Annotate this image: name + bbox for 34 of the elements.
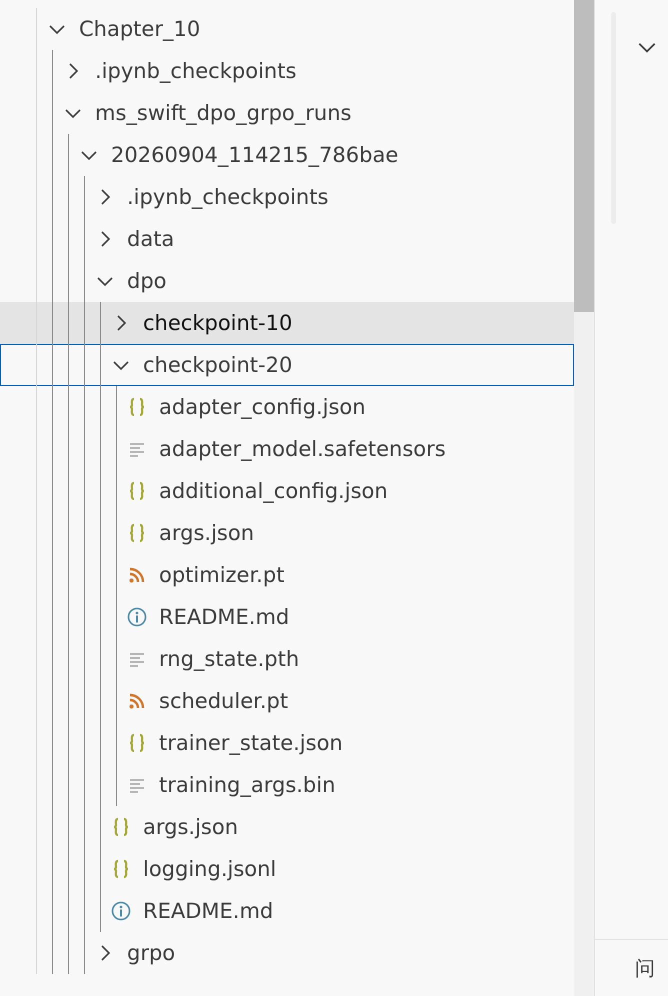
folder-row[interactable]: checkpoint-10 xyxy=(0,302,574,344)
folder-row[interactable]: ms_swift_dpo_grpo_runs xyxy=(0,92,574,134)
file-row[interactable]: args.json xyxy=(0,806,574,848)
scrollbar[interactable] xyxy=(574,0,594,996)
file-row[interactable]: additional_config.json xyxy=(0,470,574,512)
folder-row[interactable]: 20260904_114215_786bae xyxy=(0,134,574,176)
file-row[interactable]: adapter_model.safetensors xyxy=(0,428,574,470)
feed-icon xyxy=(127,691,147,711)
file-row[interactable]: trainer_state.json xyxy=(0,722,574,764)
file-row[interactable]: scheduler.pt xyxy=(0,680,574,722)
braces-icon xyxy=(127,481,147,501)
file-row[interactable]: training_args.bin xyxy=(0,764,574,806)
folder-row[interactable]: .ipynb_checkpoints xyxy=(0,50,574,92)
file-row[interactable]: optimizer.pt xyxy=(0,554,574,596)
file-row[interactable]: README.md xyxy=(0,596,574,638)
file-row[interactable]: adapter_config.json xyxy=(0,386,574,428)
braces-icon xyxy=(127,397,147,417)
info-icon xyxy=(111,901,131,921)
folder-row[interactable]: checkpoint-20 xyxy=(0,344,574,386)
panel-tab[interactable]: 问 xyxy=(635,954,655,982)
file-row[interactable]: args.json xyxy=(0,512,574,554)
folder-row[interactable]: data xyxy=(0,218,574,260)
braces-icon xyxy=(127,733,147,753)
braces-icon xyxy=(111,817,131,837)
file-row[interactable]: logging.jsonl xyxy=(0,848,574,890)
folder-row[interactable]: .ipynb_checkpoints xyxy=(0,176,574,218)
feed-icon xyxy=(127,565,147,585)
file-row[interactable]: README.md xyxy=(0,890,574,932)
folder-row[interactable]: Chapter_10 xyxy=(0,8,574,50)
info-icon xyxy=(127,607,147,627)
file-row[interactable]: rng_state.pth xyxy=(0,638,574,680)
braces-icon xyxy=(127,523,147,543)
braces-icon xyxy=(111,859,131,879)
folder-row[interactable]: grpo xyxy=(0,932,574,974)
